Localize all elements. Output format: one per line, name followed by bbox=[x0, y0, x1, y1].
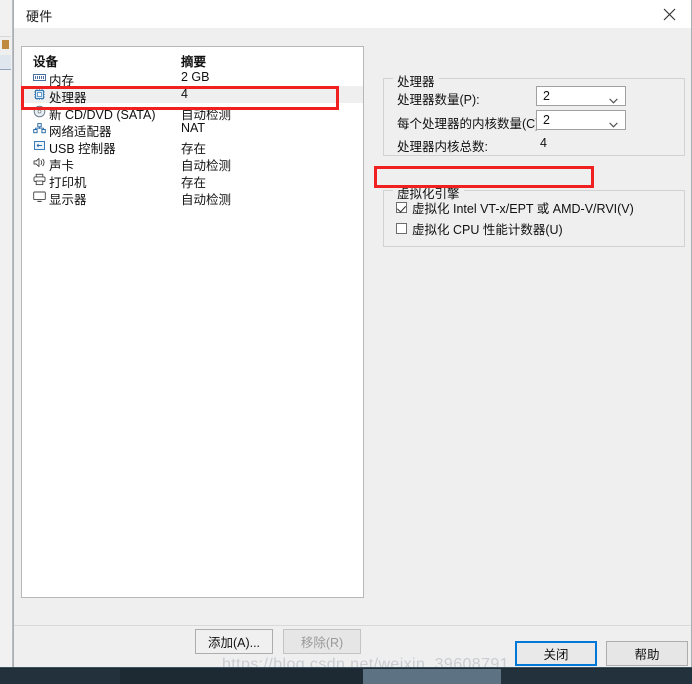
processor-count-dropdown[interactable]: 2 bbox=[536, 86, 626, 106]
processor-count-value: 2 bbox=[543, 89, 550, 103]
device-list-header: 设备 摘要 bbox=[22, 47, 363, 69]
cd-dvd-icon bbox=[33, 105, 46, 118]
taskbar-segment-active[interactable] bbox=[363, 669, 501, 684]
processor-group-legend: 处理器 bbox=[393, 71, 439, 90]
vt-checkbox-label: 虚拟化 Intel VT-x/EPT 或 AMD-V/RVI(V) bbox=[412, 202, 634, 216]
close-icon[interactable] bbox=[647, 0, 691, 28]
chevron-down-icon bbox=[609, 117, 618, 128]
background-window-selected-row-sliver bbox=[0, 55, 11, 70]
list-item-summary: 2 GB bbox=[181, 70, 210, 84]
dialog-body: 设备 摘要 内存 2 GB 处理器 4 新 CD/DVD (SATA) 自动检测… bbox=[14, 28, 691, 666]
device-list-rows: 内存 2 GB 处理器 4 新 CD/DVD (SATA) 自动检测 网络适配器… bbox=[22, 69, 363, 207]
footer-separator bbox=[14, 625, 691, 626]
printer-icon bbox=[33, 173, 46, 186]
taskbar-segment-left bbox=[0, 669, 120, 684]
dialog-titlebar[interactable]: 硬件 bbox=[14, 0, 691, 28]
hardware-dialog: 硬件 设备 摘要 内存 2 GB 处理器 4 新 CD/DVD (SATA) 自… bbox=[13, 0, 692, 668]
list-item-summary: 自动检测 bbox=[181, 193, 232, 207]
cores-per-processor-label: 每个处理器的内核数量(C): bbox=[397, 117, 543, 131]
list-item[interactable]: 新 CD/DVD (SATA) 自动检测 bbox=[22, 103, 363, 122]
list-item[interactable]: 处理器 4 bbox=[22, 86, 363, 105]
taskbar-segment-right bbox=[501, 669, 692, 684]
cpu-counters-checkbox-row[interactable]: 虚拟化 CPU 性能计数器(U) bbox=[396, 219, 563, 238]
processor-group-box: 处理器 处理器数量(P): 2 每个处理器的内核数量(C): 2 处理器内核总数… bbox=[383, 71, 685, 156]
display-icon bbox=[33, 190, 46, 203]
taskbar[interactable] bbox=[0, 667, 692, 684]
chevron-down-icon bbox=[609, 93, 618, 104]
list-item[interactable]: 网络适配器 NAT bbox=[22, 120, 363, 139]
remove-button: 移除(R) bbox=[283, 629, 361, 654]
total-cores-label: 处理器内核总数: bbox=[397, 140, 488, 154]
list-item[interactable]: 声卡 自动检测 bbox=[22, 154, 363, 173]
column-header-device: 设备 bbox=[33, 55, 59, 69]
list-item[interactable]: 显示器 自动检测 bbox=[22, 188, 363, 207]
add-button[interactable]: 添加(A)... bbox=[195, 629, 273, 654]
page-title: 硬件 bbox=[26, 9, 53, 24]
list-item[interactable]: 打印机 存在 bbox=[22, 171, 363, 190]
background-window-left-edge bbox=[0, 0, 13, 668]
memory-icon bbox=[33, 71, 46, 84]
cpu-counters-checkbox-label: 虚拟化 CPU 性能计数器(U) bbox=[412, 223, 563, 237]
checkbox-unchecked-icon[interactable] bbox=[396, 223, 407, 234]
column-header-summary: 摘要 bbox=[181, 55, 207, 69]
list-item-summary: NAT bbox=[181, 121, 206, 135]
usb-controller-icon bbox=[33, 139, 46, 152]
virtualization-group-box: 虚拟化引擎 虚拟化 Intel VT-x/EPT 或 AMD-V/RVI(V) … bbox=[383, 183, 685, 247]
processor-icon bbox=[33, 88, 46, 101]
cores-per-processor-dropdown[interactable]: 2 bbox=[536, 110, 626, 130]
processor-count-label: 处理器数量(P): bbox=[397, 93, 480, 107]
device-list[interactable]: 设备 摘要 内存 2 GB 处理器 4 新 CD/DVD (SATA) 自动检测… bbox=[21, 46, 364, 598]
cores-per-processor-value: 2 bbox=[543, 113, 550, 127]
help-button[interactable]: 帮助 bbox=[606, 641, 688, 666]
close-dialog-button[interactable]: 关闭 bbox=[515, 641, 597, 666]
list-item[interactable]: 内存 2 GB bbox=[22, 69, 363, 88]
checkbox-checked-icon[interactable] bbox=[396, 202, 407, 213]
network-adapter-icon bbox=[33, 122, 46, 135]
list-item[interactable]: USB 控制器 存在 bbox=[22, 137, 363, 156]
vt-checkbox-row[interactable]: 虚拟化 Intel VT-x/EPT 或 AMD-V/RVI(V) bbox=[396, 198, 634, 217]
list-item-summary: 4 bbox=[181, 87, 188, 101]
sound-card-icon bbox=[33, 156, 46, 169]
background-window-icon-sliver bbox=[2, 40, 9, 49]
total-cores-value: 4 bbox=[540, 136, 547, 150]
list-item-label: 显示器 bbox=[49, 193, 87, 207]
